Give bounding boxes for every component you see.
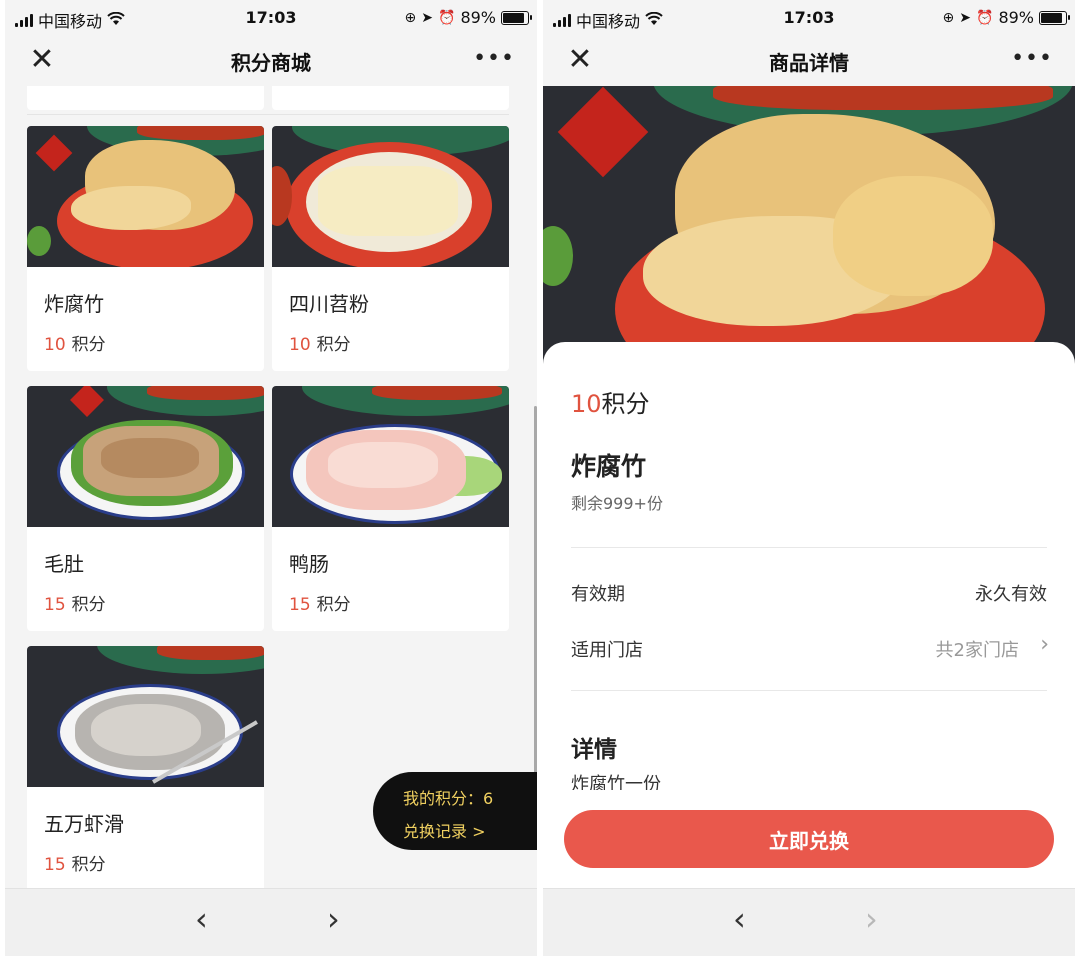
product-card[interactable]: 炸腐竹 10 积分 (27, 126, 264, 371)
product-name: 毛肚 (44, 552, 84, 576)
detail-heading: 详情 (571, 737, 617, 763)
product-price: 10积分 (289, 330, 351, 355)
browser-bottom-bar: ‹ › (5, 888, 537, 956)
price-number: 15 (289, 595, 311, 615)
alarm-icon: ⏰ (976, 9, 994, 26)
stores-label[interactable]: 适用门店 (571, 636, 643, 662)
price-number: 15 (44, 595, 66, 615)
chevron-right-icon[interactable]: › (327, 903, 340, 935)
price-unit: 积分 (71, 855, 106, 875)
chevron-left-icon[interactable]: ‹ (195, 903, 208, 935)
price-number: 15 (44, 855, 66, 875)
battery-percent: 89% (460, 8, 496, 27)
product-name: 四川苕粉 (289, 292, 369, 316)
product-hero-image (543, 86, 1075, 368)
price-number: 10 (571, 390, 602, 418)
product-price: 10积分 (571, 384, 650, 419)
product-name: 炸腐竹 (571, 452, 647, 481)
product-image (27, 126, 264, 267)
page-title: 商品详情 (769, 51, 849, 75)
product-price: 15 积分 (44, 850, 106, 875)
status-right: ⊕ ➤ ⏰ 89% (404, 8, 532, 27)
product-price: 15 积分 (44, 590, 106, 615)
redeem-records-link[interactable]: 兑换记录 > (403, 818, 486, 842)
price-unit: 积分 (71, 335, 106, 355)
product-grid: 炸腐竹 10 积分 四川苕粉 10 积分 毛肚 15 积分 鸭肠 15 积分 五… (5, 86, 537, 888)
more-icon[interactable]: ••• (1011, 46, 1053, 71)
nav-bar: ✕ 商品详情 ••• (543, 36, 1075, 86)
product-image (27, 646, 264, 787)
product-name: 五万虾滑 (44, 812, 124, 836)
price-number: 10 (44, 335, 66, 355)
chevron-left-icon[interactable]: ‹ (733, 903, 746, 935)
alarm-icon: ⏰ (438, 9, 456, 26)
browser-bottom-bar: ‹ › (543, 888, 1075, 956)
price-unit: 积分 (316, 595, 351, 615)
status-bar: 中国移动 17:03 ⊕ ➤ ⏰ 89% (543, 0, 1075, 36)
detail-text: 炸腐竹一份 (571, 774, 661, 790)
status-bar: 中国移动 17:03 ⊕ ➤ ⏰ 89% (5, 0, 537, 36)
price-number: 10 (289, 335, 311, 355)
nav-bar: ✕ 积分商城 ••• (5, 36, 537, 86)
location-icon: ➤ (959, 9, 971, 26)
stock-remaining: 剩余999+份 (571, 494, 663, 513)
product-card[interactable]: 四川苕粉 10 积分 (272, 126, 509, 371)
points-mall-screen: 中国移动 17:03 ⊕ ➤ ⏰ 89% ✕ 积分商城 ••• 炸腐竹 10 积… (5, 0, 537, 956)
price-unit: 积分 (601, 390, 650, 418)
product-image (27, 386, 264, 527)
scrollbar[interactable] (534, 406, 537, 786)
validity-label: 有效期 (571, 584, 625, 605)
battery-icon (1039, 10, 1070, 25)
location-icon: ➤ (421, 9, 433, 26)
points-float-panel[interactable]: 我的积分：6 兑换记录 > (373, 772, 537, 850)
product-card[interactable]: 毛肚 15 积分 (27, 386, 264, 631)
chevron-right-icon[interactable]: › (1040, 632, 1049, 657)
product-detail-screen: 中国移动 17:03 ⊕ ➤ ⏰ 89% ✕ 商品详情 ••• 10积分 炸腐竹… (543, 0, 1075, 956)
product-price: 15 积分 (289, 590, 351, 615)
divider (571, 690, 1047, 691)
my-points-label[interactable]: 我的积分：6 (403, 785, 493, 809)
partial-card[interactable] (27, 86, 264, 110)
page-title: 积分商城 (231, 51, 311, 75)
product-image (272, 126, 509, 267)
divider (571, 547, 1047, 548)
validity-value: 永久有效 (975, 584, 1047, 605)
product-name: 鸭肠 (289, 552, 329, 576)
product-name: 炸腐竹 (44, 292, 104, 316)
redeem-bar: 立即兑换 (543, 792, 1075, 888)
divider (27, 114, 509, 115)
product-card[interactable]: 五万虾滑 15 积分 (27, 646, 264, 888)
price-unit: 积分 (71, 595, 106, 615)
stores-value[interactable]: 共2家门店 (936, 636, 1019, 662)
battery-icon (501, 10, 532, 25)
partial-card[interactable] (272, 86, 509, 110)
redeem-button[interactable]: 立即兑换 (564, 810, 1054, 868)
product-price: 10积分 (44, 330, 106, 355)
price-unit: 积分 (316, 335, 351, 355)
rotation-lock-icon: ⊕ (942, 9, 955, 26)
product-image (272, 386, 509, 527)
more-icon[interactable]: ••• (473, 46, 515, 71)
chevron-right-icon: › (865, 900, 878, 938)
battery-percent: 89% (998, 8, 1034, 27)
status-right: ⊕ ➤ ⏰ 89% (942, 8, 1070, 27)
rotation-lock-icon: ⊕ (404, 9, 417, 26)
product-card[interactable]: 鸭肠 15 积分 (272, 386, 509, 631)
product-detail-card: 10积分 炸腐竹 剩余999+份 有效期 永久有效 适用门店 共2家门店 › 详… (543, 342, 1075, 792)
